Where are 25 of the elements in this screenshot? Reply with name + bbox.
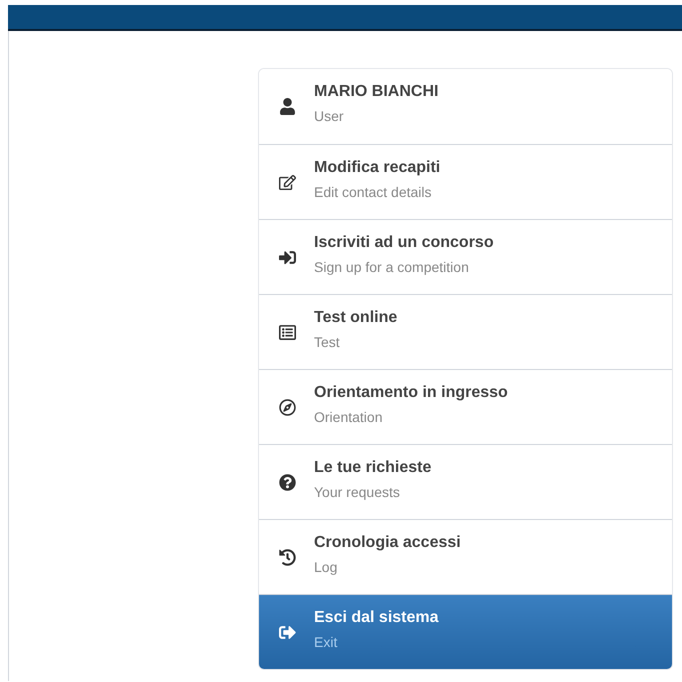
menu-item-title: Modifica recapiti [314,158,440,178]
menu-item-title: Orientamento in ingresso [314,382,508,402]
edit-icon [279,174,296,190]
history-icon [279,548,296,566]
menu-item-subtitle: Orientation [314,408,384,426]
menu-item-subtitle: User [314,107,345,126]
menu-item-title: Esci dal sistema [314,608,439,628]
menu-item-title: Test online [314,308,398,328]
menu-item-subtitle: Test [314,332,341,352]
sign-in-icon [279,248,296,266]
menu-item-subtitle: Log [314,558,338,577]
menu-item-subtitle: Sign up for a competition [314,258,470,277]
menu-item-title: Le tue richieste [314,458,432,478]
menu-item[interactable]: Esci dal sistema Exit [259,594,672,669]
menu-item-subtitle: Exit [314,632,338,652]
list-window-icon [279,324,296,340]
menu-item-subtitle: Edit contact details [314,182,433,202]
question-icon [279,474,296,490]
sign-out-icon [279,624,296,640]
menu-item-title: Iscriviti ad un concorso [314,232,494,252]
menu-item-title: Cronologia accessi [314,532,461,552]
menu-item-title: MARIO BIANCHI [314,82,438,102]
compass-icon [279,398,296,416]
user-icon [279,98,296,115]
menu-item-subtitle: Your requests [314,482,401,502]
